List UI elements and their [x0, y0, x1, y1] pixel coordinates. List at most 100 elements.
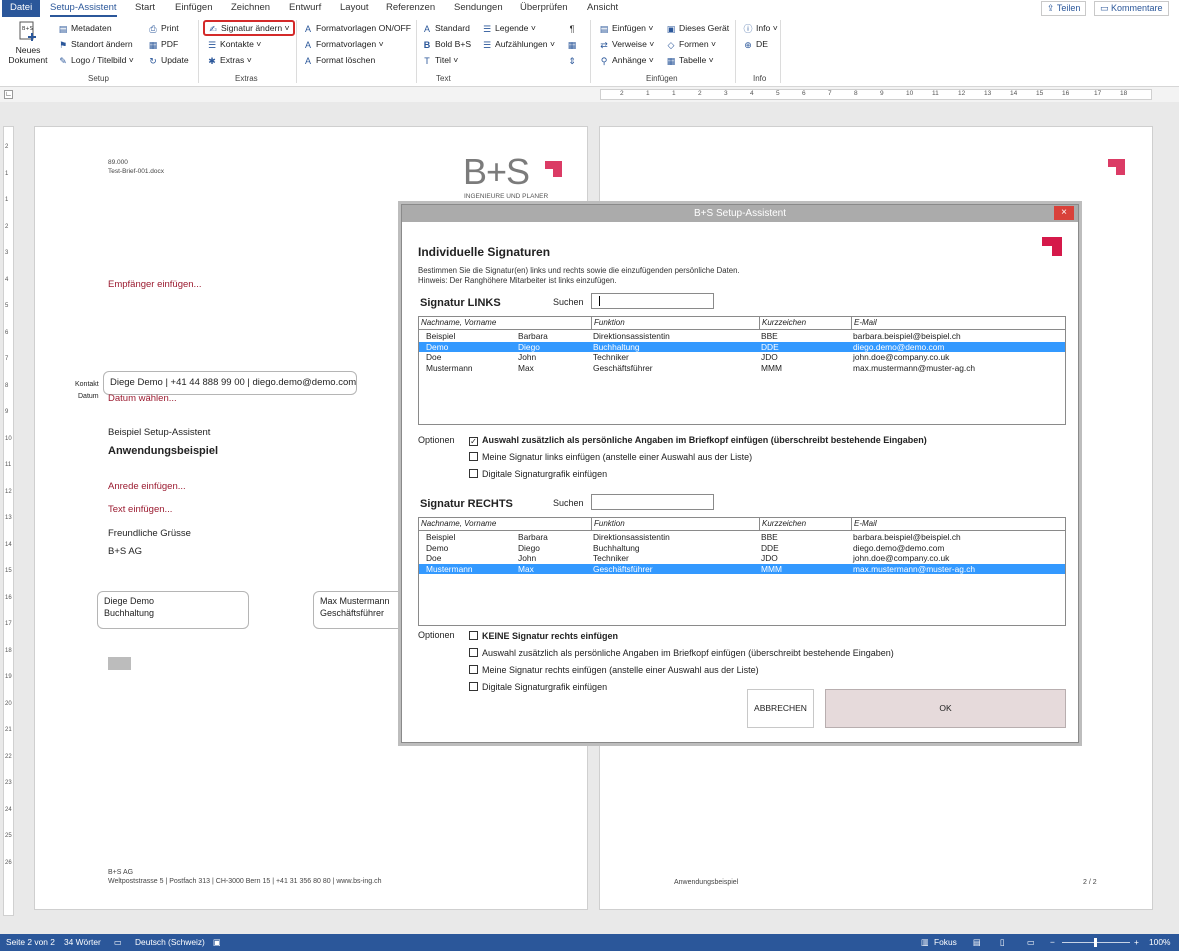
zoom-out-icon[interactable]: −	[1050, 934, 1055, 951]
cancel-button[interactable]: ABBRECHEN	[747, 689, 814, 728]
search-left-input[interactable]	[591, 293, 714, 309]
language-indicator[interactable]: Deutsch (Schweiz)	[135, 934, 205, 951]
pdf-icon: ▦	[148, 40, 158, 50]
accessibility-icon[interactable]: ▣	[213, 934, 221, 951]
logo-label: Logo / Titelbild	[71, 55, 127, 65]
tab-einfuegen[interactable]: Einfügen	[175, 0, 213, 17]
proofing-icon[interactable]: ▭	[114, 934, 122, 951]
signature-change-button[interactable]: ✍ Signatur ändern ˅	[203, 20, 295, 36]
list-item[interactable]: Doe John Techniker JDO john.doe@company.co.u…	[419, 352, 1065, 363]
tab-sendungen[interactable]: Sendungen	[454, 0, 503, 17]
tab-layout[interactable]: Layout	[340, 0, 369, 17]
location-button[interactable]: ⚑ Standort ändern	[58, 37, 133, 51]
extras-button[interactable]: ✱ Extras ˅	[207, 53, 252, 67]
shapes-button[interactable]: ◇ Formen ˅	[666, 37, 716, 51]
logo-button[interactable]: ✎ Logo / Titelbild ˅	[58, 53, 134, 67]
read-mode-icon[interactable]: ▤	[973, 934, 981, 951]
tab-ansicht[interactable]: Ansicht	[587, 0, 618, 17]
ruler-number: 23	[5, 780, 12, 786]
zoom-in-icon[interactable]: +	[1134, 934, 1139, 951]
right-option-header-checkbox[interactable]: Auswahl zusätzlich als persönliche Angab…	[469, 648, 894, 659]
tab-entwurf[interactable]: Entwurf	[289, 0, 321, 17]
new-document-button[interactable]: B+S Neues Dokument	[8, 21, 48, 65]
focus-mode[interactable]: Fokus	[934, 934, 957, 951]
legend-button[interactable]: ☰ Legende ˅	[482, 21, 536, 35]
list-item[interactable]: Demo Diego Buchhaltung DDE diego.demo@demo.c…	[419, 543, 1065, 554]
print-layout-icon[interactable]: ▯	[1000, 934, 1005, 951]
list-item-selected[interactable]: Mustermann Max Geschäftsführer MMM max.muste…	[419, 563, 1065, 574]
print-button[interactable]: ⎙ Print	[148, 21, 178, 35]
comments-button[interactable]: ▭ Kommentare	[1094, 1, 1169, 16]
search-right-input[interactable]	[591, 494, 714, 510]
group-separator	[590, 20, 591, 83]
attach-button[interactable]: ⚲ Anhänge ˅	[599, 53, 654, 67]
checkbox-icon	[469, 665, 478, 674]
contacts-button[interactable]: ☰ Kontakte ˅	[207, 37, 261, 51]
contact-field[interactable]: Diege Demo | +41 44 888 99 00 | diego.de…	[103, 371, 357, 395]
contacts-icon: ☰	[207, 40, 217, 50]
left-option-header-checkbox[interactable]: ✓ Auswahl zusätzlich als persönliche Anga…	[469, 435, 927, 446]
pdf-button[interactable]: ▦ PDF	[148, 37, 178, 51]
signature-right-field[interactable]: Max Mustermann Geschäftsführer	[313, 591, 405, 629]
signature-left-field[interactable]: Diege Demo Buchhaltung	[97, 591, 249, 629]
tab-start[interactable]: Start	[135, 0, 155, 17]
signature-left-list[interactable]: Nachname, Vorname Funktion Kurzzeichen E…	[418, 316, 1066, 425]
this-device-button[interactable]: ▣ Dieses Gerät	[666, 21, 729, 35]
right-option-none-checkbox[interactable]: KEINE Signatur rechts einfügen	[469, 631, 618, 642]
list-item-selected[interactable]: Demo Diego Buchhaltung DDE diego.demo@demo.c…	[419, 341, 1065, 352]
checkbox-icon	[469, 631, 478, 640]
metadata-button[interactable]: ▤ Metadaten	[58, 21, 112, 35]
cell-short: MMM	[761, 362, 782, 373]
zoom-slider-thumb[interactable]	[1094, 938, 1097, 947]
tab-file[interactable]: Datei	[2, 0, 41, 17]
zoom-level[interactable]: 100%	[1149, 934, 1170, 951]
status-bar: Seite 2 von 2 34 Wörter ▭ Deutsch (Schwe…	[0, 934, 1179, 951]
title-style-button[interactable]: T Titel ˅	[422, 53, 458, 67]
ok-button[interactable]: OK	[825, 689, 1066, 728]
share-button[interactable]: ⇪ Teilen	[1041, 1, 1087, 16]
list-item[interactable]: Beispiel Barbara Direktionsassistentin BBE b…	[419, 331, 1065, 342]
formats-toggle-button[interactable]: A Formatvorlagen ON/OFF	[303, 21, 411, 35]
ruler-number: 1	[5, 170, 9, 177]
spacing-button[interactable]: ⇕	[567, 53, 580, 67]
checkbox-icon	[469, 452, 478, 461]
tab-referenzen[interactable]: Referenzen	[386, 0, 435, 17]
lists-button[interactable]: ☰ Aufzählungen ˅	[482, 37, 555, 51]
right-option-own-signature-checkbox[interactable]: Meine Signatur rechts einfügen (anstelle…	[469, 665, 759, 676]
tab-ueberpruefen[interactable]: Überprüfen	[520, 0, 568, 17]
web-layout-icon[interactable]: ▭	[1027, 934, 1035, 951]
language-button[interactable]: ⊕ DE	[743, 37, 768, 51]
list-item[interactable]: Doe John Techniker JDO john.doe@company.co.u…	[419, 553, 1065, 564]
bold-style-button[interactable]: B Bold B+S	[422, 37, 471, 51]
left-option-own-signature-checkbox[interactable]: Meine Signatur links einfügen (anstelle …	[469, 452, 752, 463]
tab-setup-assistent[interactable]: Setup-Assistent	[50, 0, 117, 17]
left-option-digital-signature-checkbox[interactable]: Digitale Signaturgrafik einfügen	[469, 469, 607, 480]
dialog-close-button[interactable]: ×	[1054, 206, 1074, 220]
templates-button[interactable]: A Formatvorlagen ˅	[303, 37, 384, 51]
word-count[interactable]: 34 Wörter	[64, 934, 101, 951]
standard-style-button[interactable]: A Standard	[422, 21, 470, 35]
clear-format-icon: A	[304, 56, 311, 66]
refs-button[interactable]: ⇄ Verweise ˅	[599, 37, 654, 51]
recipient-placeholder[interactable]: Empfänger einfügen...	[108, 279, 201, 290]
signature-right-list[interactable]: Nachname, Vorname Funktion Kurzzeichen E…	[418, 517, 1066, 626]
update-button[interactable]: ↻ Update	[148, 53, 189, 67]
paragraph-marks-button[interactable]: ¶	[567, 21, 580, 35]
table-button[interactable]: ▦ Tabelle ˅	[666, 53, 714, 67]
column-header-short: Kurzzeichen	[759, 317, 851, 330]
list-item[interactable]: Beispiel Barbara Direktionsassistentin BBE b…	[419, 532, 1065, 543]
grid-button[interactable]: ▦	[567, 37, 580, 51]
salutation-placeholder[interactable]: Anrede einfügen...	[108, 481, 186, 492]
closing-company: B+S AG	[108, 546, 143, 557]
text-placeholder[interactable]: Text einfügen...	[108, 504, 172, 515]
list-item[interactable]: Mustermann Max Geschäftsführer MMM max.muste…	[419, 363, 1065, 374]
right-option-digital-signature-checkbox[interactable]: Digitale Signaturgrafik einfügen	[469, 682, 607, 693]
clear-format-button[interactable]: A Format löschen	[303, 53, 375, 67]
page-indicator[interactable]: Seite 2 von 2	[6, 934, 55, 951]
insert-button[interactable]: ▤ Einfügen ˅	[599, 21, 654, 35]
focus-icon[interactable]: ▥	[921, 934, 929, 951]
date-placeholder[interactable]: Datum wählen...	[108, 393, 177, 404]
horizontal-ruler[interactable]: ∟ 2 1 1 2 3 4 5 6 7 8 9 10 11 12 13 14 15 16 17 18	[0, 87, 1179, 102]
info-button[interactable]: ⓘ Info ˅	[743, 21, 777, 35]
tab-zeichnen[interactable]: Zeichnen	[231, 0, 270, 17]
